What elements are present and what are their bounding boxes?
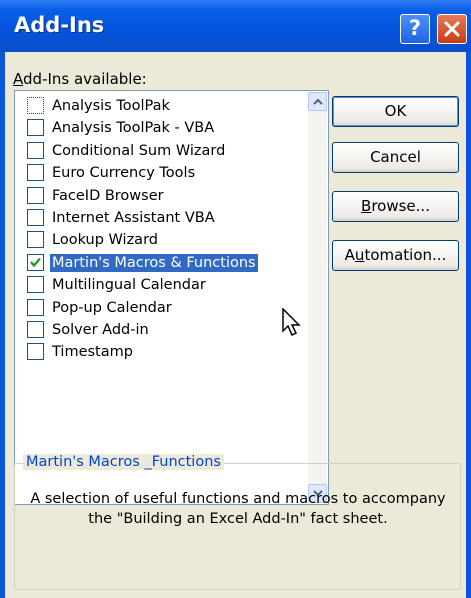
list-item[interactable]: Lookup Wizard [15, 229, 305, 251]
checkbox[interactable] [27, 97, 44, 114]
list-item[interactable]: Timestamp [15, 341, 305, 363]
browse-button[interactable]: Browse... [332, 191, 459, 222]
list-item-label: Internet Assistant VBA [52, 210, 215, 226]
list-item[interactable]: Euro Currency Tools [15, 162, 305, 184]
list-item-label: Timestamp [52, 344, 133, 361]
list-item-label: Conditional Sum Wizard [52, 142, 226, 159]
checkbox[interactable] [27, 276, 44, 294]
list-item[interactable]: FaceID Browser [15, 185, 305, 207]
add-in-description: A selection of useful functions and macr… [30, 491, 446, 527]
automation-button[interactable]: Automation... [332, 240, 459, 271]
checkbox[interactable] [27, 253, 44, 271]
checkbox[interactable] [27, 164, 44, 182]
list-item[interactable]: Analysis ToolPak [15, 95, 305, 117]
list-item-label: Analysis ToolPak [52, 98, 170, 114]
add-ins-available-label: Add-Ins available: [13, 70, 147, 88]
ok-button[interactable]: OK [332, 96, 459, 127]
help-icon: ? [408, 16, 422, 40]
title-bar[interactable]: Add-Ins ? [0, 0, 471, 52]
add-ins-listbox[interactable]: Analysis ToolPak Analysis ToolPak - VBA Co… [14, 90, 329, 505]
checkbox[interactable] [27, 119, 44, 137]
cancel-button[interactable]: Cancel [332, 142, 459, 173]
checkbox[interactable] [27, 343, 44, 361]
list-item[interactable]: Solver Add-in [15, 319, 305, 341]
checkbox[interactable] [27, 321, 44, 338]
close-x-icon [444, 21, 460, 37]
checkbox[interactable] [27, 231, 44, 249]
list-item-label: Euro Currency Tools [52, 165, 196, 182]
checkbox[interactable] [27, 141, 44, 159]
list-item[interactable]: Conditional Sum Wizard [15, 140, 305, 162]
list-item[interactable]: Pop-up Calendar [15, 297, 305, 319]
close-button[interactable] [437, 14, 467, 44]
add-ins-dialog: Add-Ins ? Add-Ins available: Analysis To… [0, 0, 471, 598]
chevron-up-icon [313, 98, 323, 105]
checkbox[interactable] [27, 298, 44, 316]
checkbox[interactable] [27, 209, 44, 226]
checkbox[interactable] [27, 186, 44, 204]
help-button[interactable]: ? [400, 14, 430, 44]
list-item-label: FaceID Browser [52, 187, 164, 204]
list-item-label: Solver Add-in [52, 322, 149, 338]
list-item[interactable]: Analysis ToolPak - VBA [15, 117, 305, 139]
list-item-label: Lookup Wizard [52, 232, 158, 249]
scroll-up-button[interactable] [308, 92, 327, 111]
list-item[interactable]: Martin's Macros & Functions [15, 252, 305, 274]
list-item-label: Multilingual Calendar [52, 277, 206, 294]
list-item-label: Analysis ToolPak - VBA [52, 120, 215, 137]
list-item-label: Martin's Macros & Functions [50, 253, 258, 272]
mouse-pointer-icon [282, 308, 301, 337]
dialog-client-area: Add-Ins available: Analysis ToolPak Analy… [5, 52, 466, 598]
list-item-label: Pop-up Calendar [52, 299, 172, 316]
list-item[interactable]: Internet Assistant VBA [15, 207, 305, 229]
window-title: Add-Ins [14, 13, 105, 37]
vertical-scrollbar[interactable] [308, 92, 327, 503]
list-item[interactable]: Multilingual Calendar [15, 274, 305, 296]
checkmark-icon [30, 257, 41, 268]
details-group-title: Martin's Macros _Functions [23, 454, 224, 470]
